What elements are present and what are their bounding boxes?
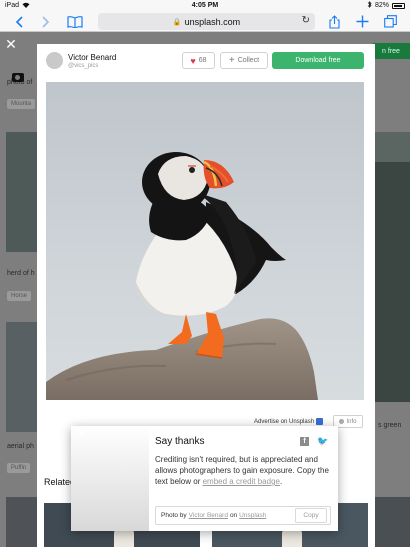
reload-icon[interactable]: ↻ <box>302 15 310 26</box>
forward-icon[interactable] <box>39 13 53 30</box>
background-tag: Puffin <box>7 463 31 473</box>
share-icon[interactable] <box>327 13 341 30</box>
embed-badge-link[interactable]: embed a credit badge <box>203 477 280 486</box>
browser-toolbar: 🔒 unsplash.com ↻ <box>0 11 410 32</box>
author-handle[interactable]: @vics_pics <box>68 63 98 69</box>
bookmarks-icon[interactable] <box>66 13 84 30</box>
lock-icon: 🔒 <box>172 18 182 26</box>
heart-icon: ♥ <box>190 55 196 66</box>
new-tab-icon[interactable] <box>354 13 370 30</box>
info-icon <box>339 419 345 424</box>
say-thanks-period: . <box>279 477 283 486</box>
background-text: aerial ph <box>7 443 34 450</box>
background-tag: Horse <box>7 291 32 301</box>
say-thanks-title: Say thanks <box>155 436 205 447</box>
collect-label: Collect <box>237 57 260 64</box>
avatar[interactable] <box>46 52 63 69</box>
background-tag: Mounta <box>7 99 36 109</box>
status-bar: iPad 4:05 PM 82% <box>0 0 410 11</box>
twitter-icon[interactable]: 🐦 <box>317 437 328 446</box>
close-modal-icon[interactable]: ✕ <box>4 37 18 51</box>
like-button[interactable]: ♥ 68 <box>182 52 215 69</box>
say-thanks-image <box>71 426 149 531</box>
status-time: 4:05 PM <box>191 2 219 9</box>
background-download-button: n free <box>372 43 410 59</box>
say-thanks-text: Crediting isn't required, but is appreci… <box>155 454 335 487</box>
background-text: herd of h <box>7 270 35 277</box>
background-thumbnail <box>375 162 410 402</box>
background-thumbnail <box>6 132 38 252</box>
camera-icon[interactable] <box>12 73 24 82</box>
author-name[interactable]: Victor Benard <box>68 53 116 62</box>
plus-icon: + <box>228 55 235 66</box>
facebook-icon[interactable]: f <box>300 437 309 446</box>
background-thumbnail <box>375 497 410 547</box>
advertise-label: Advertise on Unsplash <box>254 418 315 425</box>
back-icon[interactable] <box>12 13 26 30</box>
url-text: unsplash.com <box>184 16 241 27</box>
say-thanks-popup: ✕ Say thanks f 🐦 Crediting isn't require… <box>71 426 338 531</box>
download-button[interactable]: Download free <box>272 52 364 69</box>
battery-icon <box>392 2 405 9</box>
info-label: Info <box>346 418 357 425</box>
background-thumbnail <box>6 497 38 547</box>
collect-button[interactable]: + Collect <box>220 52 268 69</box>
copy-button[interactable]: Copy <box>295 508 327 523</box>
ad-badge-icon <box>316 418 324 425</box>
background-text: s green <box>378 422 402 429</box>
address-bar[interactable]: 🔒 unsplash.com ↻ <box>98 13 315 30</box>
credit-on: on <box>229 512 238 519</box>
tabs-icon[interactable] <box>382 13 398 30</box>
credit-author-link[interactable]: Victor Benard <box>189 512 228 519</box>
credit-prefix: Photo by <box>161 512 187 519</box>
background-thumbnail <box>6 322 38 432</box>
close-icon[interactable]: ✕ <box>77 430 87 441</box>
like-count: 68 <box>198 57 207 64</box>
puffin-photo[interactable] <box>46 82 364 400</box>
credit-site-link[interactable]: Unsplash <box>239 512 266 519</box>
